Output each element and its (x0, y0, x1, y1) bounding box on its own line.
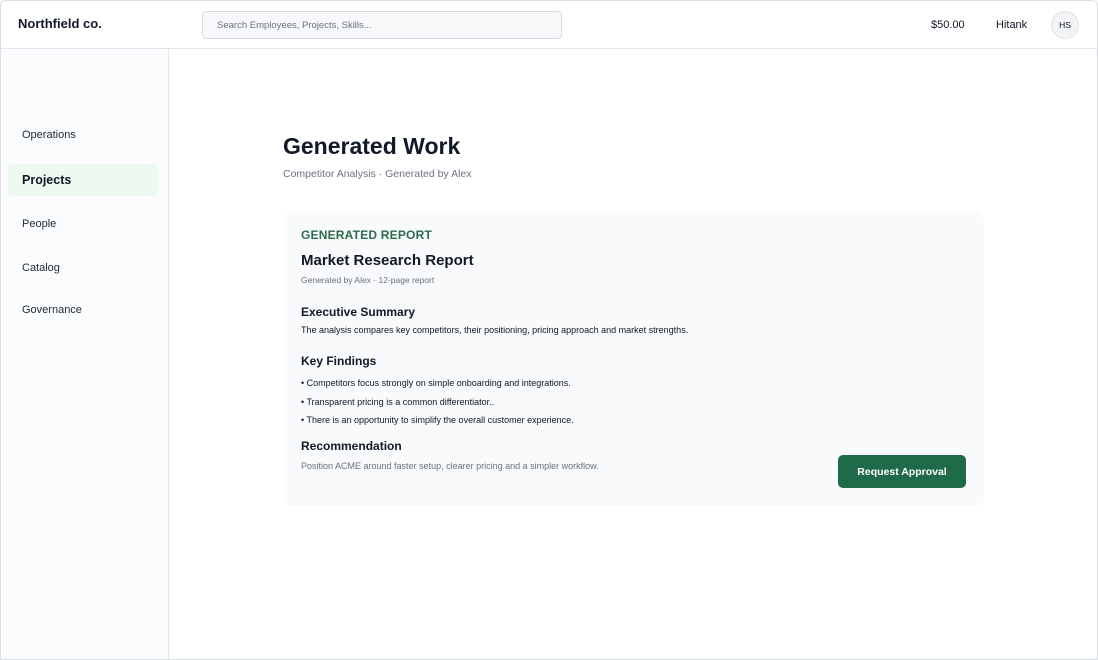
account-balance: $50.00 (931, 19, 965, 31)
sidebar-item-label: People (22, 218, 57, 230)
user-name[interactable]: Hitank (996, 19, 1027, 31)
report-title: Market Research Report (301, 252, 474, 269)
request-approval-button[interactable]: Request Approval (838, 455, 966, 488)
sidebar-item-label: Operations (22, 129, 76, 141)
app-window: Northfield co. $50.00 Hitank HS Operatio… (0, 0, 1098, 660)
list-item: • Competitors focus strongly on simple o… (301, 378, 571, 388)
sidebar: Operations Projects People Catalog Gover… (1, 49, 169, 659)
sidebar-item-projects[interactable]: Projects (8, 164, 158, 196)
brand-logo[interactable]: Northfield co. (18, 16, 102, 31)
recommendation-text: Position ACME around faster setup, clear… (301, 461, 599, 471)
key-findings-heading: Key Findings (301, 354, 377, 368)
report-meta: Generated by Alex · 12-page report (301, 275, 435, 285)
sidebar-item-label: Catalog (22, 262, 60, 274)
avatar[interactable]: HS (1051, 11, 1079, 39)
page-title: Generated Work (283, 133, 461, 159)
executive-summary-text: The analysis compares key competitors, t… (301, 325, 689, 335)
search-input[interactable] (202, 11, 562, 39)
sidebar-item-label: Governance (22, 304, 82, 316)
sidebar-item-catalog[interactable]: Catalog (8, 252, 158, 284)
sidebar-item-governance[interactable]: Governance (8, 294, 158, 326)
top-bar: Northfield co. $50.00 Hitank HS (1, 1, 1097, 49)
sidebar-item-operations[interactable]: Operations (8, 119, 158, 151)
report-card: GENERATED REPORT Market Research Report … (284, 212, 984, 506)
list-item: • Transparent pricing is a common differ… (301, 397, 495, 407)
list-item: • There is an opportunity to simplify th… (301, 415, 574, 425)
page-subtitle: Competitor Analysis · Generated by Alex (283, 168, 472, 180)
section-label: GENERATED REPORT (301, 228, 432, 242)
sidebar-item-people[interactable]: People (8, 208, 158, 240)
executive-summary-heading: Executive Summary (301, 305, 416, 319)
sidebar-item-label: Projects (22, 173, 72, 187)
recommendation-heading: Recommendation (301, 439, 402, 453)
